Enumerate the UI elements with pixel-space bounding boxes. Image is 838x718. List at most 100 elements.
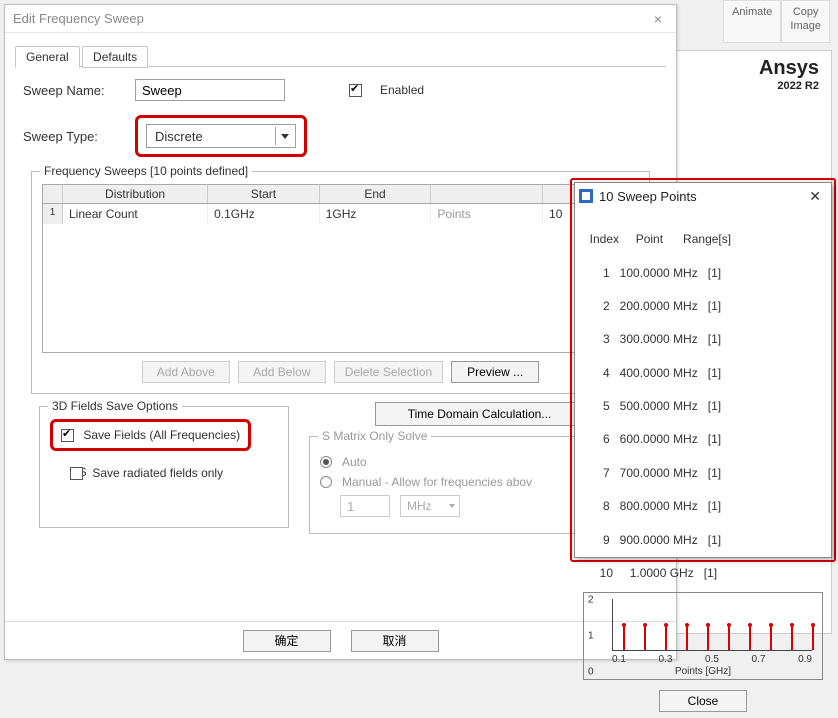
sweep-points-popup: 10 Sweep Points ✕ Index Point Range[s] 1…: [574, 182, 832, 558]
col-distribution[interactable]: Distribution: [63, 185, 208, 203]
cell-distribution[interactable]: Linear Count: [63, 204, 208, 224]
chart-stem: [812, 625, 814, 651]
tab-defaults[interactable]: Defaults: [82, 46, 148, 68]
fields-save-legend: 3D Fields Save Options: [48, 399, 182, 413]
chart-stem: [623, 625, 625, 651]
table-header: Index Point Range[s]: [583, 232, 731, 246]
copy-image-line1: Copy: [790, 5, 821, 19]
save-fields-label: Save Fields (All Frequencies): [83, 428, 240, 442]
copy-image-line2: Image: [790, 19, 821, 33]
popup-close-button[interactable]: Close: [659, 690, 747, 712]
close-icon[interactable]: ✕: [805, 188, 825, 205]
chart-stem: [686, 625, 688, 651]
save-fields-checkbox[interactable]: [61, 429, 74, 442]
cell-end[interactable]: 1GHz: [320, 204, 432, 224]
table-row: 3 300.0000 MHz [1]: [583, 332, 721, 346]
col-start[interactable]: Start: [208, 185, 320, 203]
sweep-name-input[interactable]: [135, 79, 285, 101]
save-radiated-label: Save radiated fields only: [92, 466, 223, 480]
dialog-title: Edit Frequency Sweep: [13, 11, 144, 26]
grid-buttons: Add Above Add Below Delete Selection Pre…: [42, 361, 639, 383]
add-below-button[interactable]: Add Below: [238, 361, 326, 383]
tab-general[interactable]: General: [15, 46, 80, 68]
app-icon: [579, 189, 593, 203]
grid-header: Distribution Start End: [43, 185, 638, 204]
xtick: 0.3: [659, 654, 673, 665]
sweep-name-label: Sweep Name:: [23, 83, 123, 98]
grid-empty-area[interactable]: [43, 224, 638, 352]
fields-save-group: 3D Fields Save Options Save Fields (All …: [39, 406, 289, 528]
table-row: 2 200.0000 MHz [1]: [583, 299, 721, 313]
xtick: 0.7: [752, 654, 766, 665]
cell-start[interactable]: 0.1GHz: [208, 204, 320, 224]
chart-stem: [707, 625, 709, 651]
table-row: 7 700.0000 MHz [1]: [583, 466, 721, 480]
smatrix-manual-radio[interactable]: [320, 476, 332, 488]
table-row: 5 500.0000 MHz [1]: [583, 399, 721, 413]
table-row: 4 400.0000 MHz [1]: [583, 366, 721, 380]
sweep-points-table: Index Point Range[s] 1 100.0000 MHz [1] …: [583, 215, 823, 582]
chart-plot: [612, 599, 812, 651]
lower-section: 3D Fields Save Options Save Fields (All …: [23, 400, 658, 534]
cell-points-label[interactable]: Points: [431, 204, 543, 224]
delete-selection-button[interactable]: Delete Selection: [334, 361, 443, 383]
brand-name: Ansys: [759, 57, 819, 80]
tab-strip: General Defaults: [15, 45, 666, 67]
table-row: 9 900.0000 MHz [1]: [583, 533, 721, 547]
enabled-label: Enabled: [380, 83, 424, 97]
frequency-sweeps-group: Frequency Sweeps [10 points defined] Dis…: [31, 171, 650, 394]
chevron-down-icon[interactable]: [275, 127, 293, 145]
chart-stem: [770, 625, 772, 651]
xtick: 0.5: [705, 654, 719, 665]
sweep-type-value: Discrete: [155, 129, 203, 144]
smatrix-auto-label: Auto: [342, 455, 367, 469]
sweep-name-row: Sweep Name: Enabled: [23, 79, 658, 101]
chart-stem: [728, 625, 730, 651]
sweep-type-label: Sweep Type:: [23, 129, 123, 144]
col-end[interactable]: End: [320, 185, 432, 203]
save-radiated-checkbox[interactable]: [70, 467, 83, 480]
time-domain-button[interactable]: Time Domain Calculation...: [375, 402, 585, 426]
preview-button[interactable]: Preview ...: [451, 361, 539, 383]
table-row[interactable]: 1 Linear Count 0.1GHz 1GHz Points 10 …: [43, 204, 638, 224]
sweep-type-row: Sweep Type: Discrete: [23, 115, 658, 157]
dialog-titlebar[interactable]: Edit Frequency Sweep ×: [5, 5, 676, 33]
chart-stem: [791, 625, 793, 651]
sweep-grid[interactable]: Distribution Start End 1 Linear Count 0.…: [42, 184, 639, 353]
smatrix-value-input[interactable]: [340, 495, 390, 517]
sweep-type-combo[interactable]: Discrete: [146, 124, 296, 148]
popup-titlebar[interactable]: 10 Sweep Points ✕: [575, 183, 831, 209]
popup-body: Index Point Range[s] 1 100.0000 MHz [1] …: [575, 209, 831, 718]
cancel-button[interactable]: 取消: [351, 630, 439, 652]
animate-button[interactable]: Animate: [723, 0, 781, 43]
chart-xlabel: Points [GHz]: [584, 666, 822, 677]
xtick: 0.9: [798, 654, 812, 665]
ok-button[interactable]: 确定: [243, 630, 331, 652]
table-row: 6 600.0000 MHz [1]: [583, 432, 721, 446]
smatrix-unit-combo[interactable]: MHz: [400, 495, 460, 517]
col-points[interactable]: [431, 185, 543, 203]
add-above-button[interactable]: Add Above: [142, 361, 230, 383]
ytick: 1: [588, 631, 594, 642]
table-row: 8 800.0000 MHz [1]: [583, 499, 721, 513]
table-row: 10 1.0000 GHz [1]: [583, 566, 717, 580]
chart-stem: [644, 625, 646, 651]
popup-title: 10 Sweep Points: [599, 189, 697, 204]
brand-block: Ansys 2022 R2: [759, 57, 819, 92]
sweep-chart: 2 1 0 0.1 0.3 0.5 0.7 0.9 Points [GHz]: [583, 592, 823, 680]
frequency-sweeps-legend: Frequency Sweeps [10 points defined]: [40, 164, 252, 178]
ytick: 2: [588, 595, 594, 606]
copy-image-button[interactable]: Copy Image: [781, 0, 830, 43]
chart-xticks: 0.1 0.3 0.5 0.7 0.9: [612, 654, 812, 665]
brand-version: 2022 R2: [759, 80, 819, 92]
ribbon: Animate Copy Image: [723, 0, 830, 43]
chart-stem: [665, 625, 667, 651]
smatrix-manual-label: Manual - Allow for frequencies abov: [342, 475, 532, 489]
enabled-checkbox[interactable]: [349, 84, 362, 97]
table-row: 1 100.0000 MHz [1]: [583, 266, 721, 280]
smatrix-auto-radio[interactable]: [320, 456, 332, 468]
chart-stem: [749, 625, 751, 651]
close-icon[interactable]: ×: [648, 9, 668, 29]
smatrix-legend: S Matrix Only Solve: [318, 429, 431, 443]
xtick: 0.1: [612, 654, 626, 665]
